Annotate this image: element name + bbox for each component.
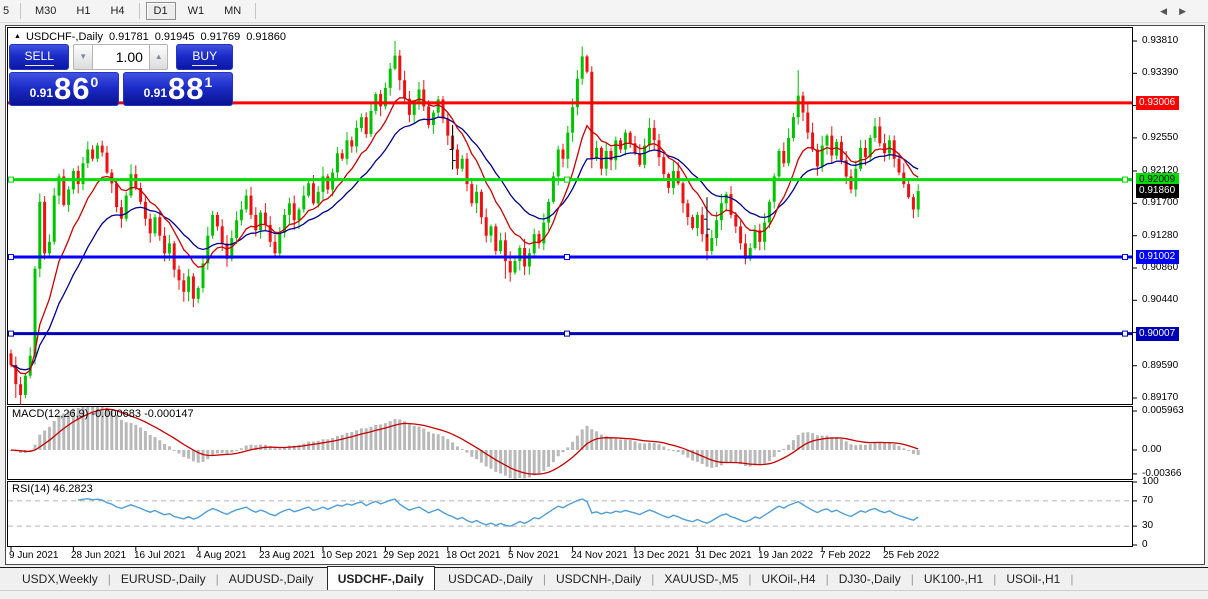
chart-window: ▲ USDCHF-,Daily 0.91781 0.91945 0.91769 0.918… [5, 25, 1205, 565]
timeframe-button-d1[interactable]: D1 [145, 2, 176, 20]
chart-header: ▲ USDCHF-,Daily 0.91781 0.91945 0.91769 0.918… [14, 31, 286, 43]
rsi-tick: 70 [1142, 495, 1154, 506]
x-axis-label: 29 Sep 2021 [383, 550, 440, 561]
toolbar-separator [138, 3, 140, 19]
price-tick: 0.93810 [1142, 35, 1179, 46]
rsi-tick: 0 [1142, 539, 1148, 550]
x-axis-label: 19 Jan 2022 [758, 550, 814, 561]
collapse-arrow-icon[interactable]: ▲ [14, 33, 21, 40]
rsi-tick: 30 [1142, 520, 1154, 531]
volume-input[interactable] [92, 44, 149, 70]
sell-button[interactable]: SELL [9, 44, 70, 70]
tab-usoil-h1[interactable]: USOil-,H1 [996, 569, 1070, 590]
current-price-tag: 0.91860 [1136, 184, 1180, 198]
price-tick: 0.91700 [1142, 197, 1179, 208]
x-axis-label: 9 Jun 2021 [9, 550, 59, 561]
macd-tick: 0.005963 [1142, 405, 1184, 416]
tab-dj30-daily[interactable]: DJ30-,Daily [829, 569, 911, 590]
price-tag-resistance-red: 0.93006 [1136, 96, 1180, 110]
price-tick: 0.93390 [1142, 67, 1179, 78]
x-axis-label: 24 Nov 2021 [571, 550, 628, 561]
rsi-indicator-label: RSI(14) 46.2823 [12, 483, 93, 495]
sell-price-prefix: 0.91 [29, 86, 54, 100]
hline-anchor[interactable] [564, 330, 570, 337]
tab-scroll-arrows: ◀▶ [1160, 6, 1198, 17]
sell-price-pips: 86 [54, 71, 91, 106]
timeframe-button-w1[interactable]: W1 [180, 2, 213, 20]
ohlc-open: 0.91781 [108, 31, 149, 43]
ohlc-low: 0.91769 [200, 31, 241, 43]
tab-usdchf-daily[interactable]: USDCHF-,Daily [326, 566, 435, 590]
hline-anchor[interactable] [1122, 330, 1128, 337]
symbol-tab-bar: USDX,Weekly | EURUSD-,Daily | AUDUSD-,Daily … [0, 566, 1208, 590]
hline-anchor[interactable] [8, 330, 14, 337]
price-tag-support-blue: 0.91002 [1136, 250, 1180, 264]
buy-price-display[interactable]: 0.91 88 1 [123, 72, 233, 106]
x-axis-label: 13 Dec 2021 [633, 550, 690, 561]
timeframe-button-5[interactable]: 5 [0, 2, 14, 20]
status-bar-strip [0, 590, 1208, 599]
volume-decrease-button[interactable]: ▼ [73, 44, 93, 70]
price-tick: 0.91280 [1142, 230, 1179, 241]
x-axis-label: 5 Nov 2021 [508, 550, 560, 561]
volume-increase-button[interactable]: ▲ [148, 44, 169, 70]
tab-audusd-daily[interactable]: AUDUSD-,Daily [219, 569, 324, 590]
toolbar-separator [255, 3, 257, 19]
tab-xauusd-m5[interactable]: XAUUSD-,M5 [654, 569, 748, 590]
hline-anchor[interactable] [1122, 254, 1128, 260]
price-tick: 0.89590 [1142, 360, 1179, 371]
one-click-trade-panel: SELL ▼ ▲ BUY 0.91860 0.91881 [9, 44, 234, 106]
hline-anchor[interactable] [564, 176, 570, 183]
buy-button[interactable]: BUY [176, 44, 234, 70]
buy-price-prefix: 0.91 [143, 86, 168, 100]
buy-price-point: 1 [204, 74, 213, 90]
tab-usdcad-daily[interactable]: USDCAD-,Daily [438, 569, 543, 590]
hline-anchor[interactable] [1122, 176, 1128, 183]
x-axis-label: 28 Jun 2021 [71, 550, 127, 561]
tab-eurusd-daily[interactable]: EURUSD-,Daily [111, 569, 216, 590]
price-tag-support-navy: 0.90007 [1136, 327, 1180, 341]
rsi-tick: 100 [1142, 476, 1159, 487]
macd-indicator-label: MACD(12,26,9) -0.000683 -0.000147 [12, 408, 194, 420]
timeframe-button-h1[interactable]: H1 [68, 2, 98, 20]
rsi-panel[interactable] [7, 481, 1133, 547]
tab-usdcnh-daily[interactable]: USDCNH-,Daily [546, 569, 651, 590]
toolbar-separator [20, 3, 21, 19]
ohlc-high: 0.91945 [154, 31, 195, 43]
timeframe-button-m30[interactable]: M30 [27, 2, 64, 20]
tab-ukoil-h4[interactable]: UKOil-,H4 [752, 569, 826, 590]
tab-scroll-right-icon[interactable]: ▶ [1179, 6, 1198, 16]
timeframe-button-mn[interactable]: MN [216, 2, 249, 20]
hline-anchor[interactable] [564, 254, 570, 260]
price-tick: 0.92550 [1142, 132, 1179, 143]
x-axis-label: 18 Oct 2021 [446, 550, 501, 561]
tab-scroll-left-icon[interactable]: ◀ [1160, 6, 1179, 16]
hline-anchor[interactable] [8, 254, 14, 260]
buy-price-pips: 88 [168, 71, 205, 106]
x-axis-label: 10 Sep 2021 [321, 550, 378, 561]
hline-anchor[interactable] [8, 176, 14, 183]
x-axis-label: 7 Feb 2022 [820, 550, 871, 561]
price-tick: 0.89170 [1142, 392, 1179, 403]
chart-plot[interactable] [7, 27, 1205, 564]
sell-price-point: 0 [90, 74, 99, 90]
x-axis-label: 4 Aug 2021 [196, 550, 247, 561]
price-tick: 0.90440 [1142, 294, 1179, 305]
chart-symbol-title: USDCHF-,Daily [25, 31, 103, 43]
tab-uk100-h1[interactable]: UK100-,H1 [914, 569, 993, 590]
timeframe-toolbar: 5 M30 H1 H4 D1 W1 MN [0, 0, 1208, 23]
x-axis-label: 25 Feb 2022 [883, 550, 940, 561]
ohlc-close: 0.91860 [246, 31, 286, 43]
sell-price-display[interactable]: 0.91 86 0 [9, 72, 119, 106]
x-axis-label: 23 Aug 2021 [259, 550, 316, 561]
macd-tick: 0.00 [1142, 444, 1162, 455]
x-axis-label: 16 Jul 2021 [134, 550, 186, 561]
tab-usdx-weekly[interactable]: USDX,Weekly [12, 569, 108, 590]
timeframe-button-h4[interactable]: H4 [102, 2, 132, 20]
x-axis-label: 31 Dec 2021 [695, 550, 752, 561]
